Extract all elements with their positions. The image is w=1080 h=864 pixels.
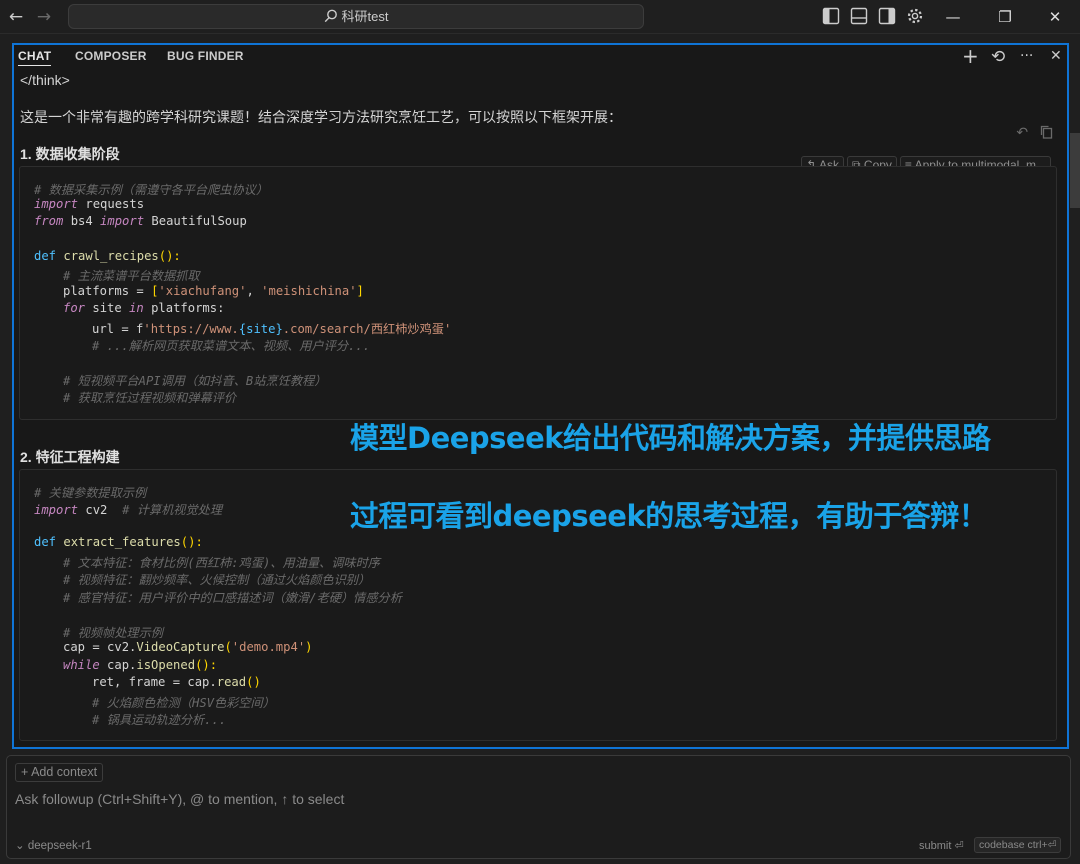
submit-label: submit [919,840,952,852]
history-icon[interactable]: ⟲ [991,47,1005,67]
undo-icon[interactable]: ↶ [1016,124,1028,140]
code-line: # 火焰颜色检测（HSV色彩空间） [92,696,275,710]
code-line: while cap.isOpened(): [63,658,218,672]
code-line: # 感官特征：用户评价中的口感描述词（嫩滑/老硬）情感分析 [63,591,402,605]
command-center-search[interactable]: 科研test [68,4,644,29]
code-line: # ...解析网页获取菜谱文本、视频、用户评分... [92,339,371,353]
tab-bug-finder[interactable]: BUG FINDER [167,49,244,63]
code-line: import cv2 # 计算机视觉处理 [34,503,223,517]
codebase-label: codebase [979,839,1025,851]
more-icon[interactable]: ··· [1020,48,1033,64]
code-line: # 关键参数提取示例 [34,486,147,500]
section-heading-1: 1. 数据收集阶段 [20,146,120,162]
codebase-shortcut: ctrl+⏎ [1027,839,1057,851]
model-label: deepseek-r1 [27,840,92,852]
add-context-button[interactable]: + Add context [15,763,104,782]
forward-arrow-icon[interactable]: → [32,5,56,29]
code-line: for site in platforms: [63,301,225,315]
section-heading-2: 2. 特征工程构建 [20,449,120,465]
new-chat-icon[interactable]: + [962,45,979,68]
tab-chat[interactable]: CHAT [18,49,52,66]
code-line: url = f'https://www.{site}.com/search/西红… [92,322,452,336]
scrollbar-thumb[interactable] [1070,133,1080,208]
code-line: # 视频帧处理示例 [63,626,163,640]
code-line: from bs4 import BeautifulSoup [34,214,247,228]
search-icon [324,9,337,23]
tab-composer[interactable]: COMPOSER [75,49,147,63]
intro-text: 这是一个非常有趣的跨学科研究课题！结合深度学习方法研究烹饪工艺，可以按照以下框架… [20,109,622,125]
title-bar: ← → 科研test — ❐ ✕ [0,0,1080,34]
code-line: # 短视频平台API调用（如抖音、B站烹饪教程） [63,374,327,388]
codebase-button[interactable]: codebase ctrl+⏎ [974,837,1062,853]
code-line: # 视频特征：翻炒频率、火候控制（通过火焰颜色识别） [63,573,371,587]
submit-button[interactable]: submit ⏎ [919,839,964,852]
code-line: # 获取烹饪过程视频和弹幕评价 [63,391,237,405]
code-line: # 锅具运动轨迹分析... [92,713,227,727]
message-actions: ↶ [1016,124,1053,141]
model-selector[interactable]: ⌄ deepseek-r1 [15,838,92,852]
toggle-secondary-sidebar-icon[interactable] [878,7,896,25]
code-line: # 文本特征：食材比例(西红柿:鸡蛋)、用油量、调味时序 [63,556,380,570]
followup-input[interactable]: Ask followup (Ctrl+Shift+Y), @ to mentio… [15,791,344,807]
code-line: cap = cv2.VideoCapture('demo.mp4') [63,640,313,654]
chat-composer: + Add context Ask followup (Ctrl+Shift+Y… [6,755,1071,859]
gear-icon[interactable] [906,7,924,25]
code-line: ret, frame = cap.read() [92,675,261,689]
restore-button[interactable]: ❐ [982,0,1028,34]
code-line: platforms = ['xiachufang', 'meishichina'… [63,284,364,298]
copy-icon[interactable] [1040,125,1053,139]
code-block-1: # 数据采集示例（需遵守各平台爬虫协议） import requests fro… [19,166,1057,420]
search-text: 科研test [341,9,389,24]
code-line: # 数据采集示例（需遵守各平台爬虫协议） [34,183,269,197]
overlay-caption-2: 过程可看到deepseek的思考过程，有助于答辩！ [350,499,988,533]
minimize-button[interactable]: — [930,0,976,34]
close-panel-icon[interactable]: ✕ [1050,48,1062,64]
back-arrow-icon[interactable]: ← [4,5,28,29]
panel-tabs: CHAT COMPOSER BUG FINDER + ⟲ ··· ✕ [14,45,1067,71]
code-line: import requests [34,197,145,211]
toggle-primary-sidebar-icon[interactable] [822,7,840,25]
overlay-caption-1: 模型Deepseek给出代码和解决方案，并提供思路 [350,421,991,455]
code-line: def crawl_recipes(): [34,249,181,263]
toggle-panel-icon[interactable] [850,7,868,25]
chat-panel: CHAT COMPOSER BUG FINDER + ⟲ ··· ✕ </thi… [12,43,1069,749]
chevron-down-icon: ⌄ [15,840,28,852]
think-close-tag: </think> [20,72,70,88]
code-line: # 主流菜谱平台数据抓取 [63,269,200,283]
close-window-button[interactable]: ✕ [1032,0,1078,34]
code-line: def extract_features(): [34,535,203,549]
